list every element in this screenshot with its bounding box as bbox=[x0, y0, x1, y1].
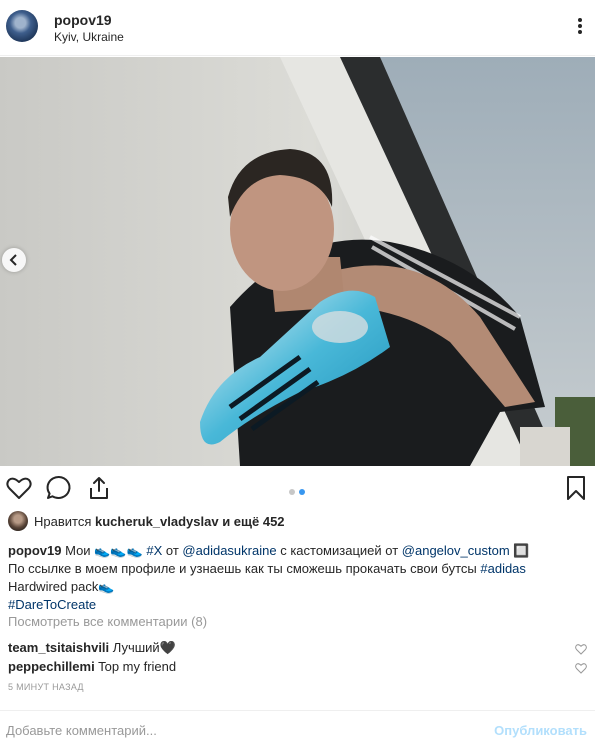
bookmark-icon[interactable] bbox=[563, 475, 589, 501]
comment-username[interactable]: peppechillemi bbox=[8, 659, 95, 674]
likes-row: Нравится kucheruk_vladyslav и ещё 452 bbox=[8, 511, 285, 531]
caption-emoji: 🔲 bbox=[513, 543, 530, 558]
more-options-icon[interactable] bbox=[577, 18, 583, 36]
caption-text: Мои 👟👟👟 bbox=[65, 543, 143, 558]
carousel-indicator bbox=[289, 483, 309, 498]
comment-item: peppechillemi Top my friend bbox=[8, 659, 176, 674]
comment-input[interactable] bbox=[6, 723, 446, 738]
liker-username[interactable]: kucheruk_vladyslav bbox=[95, 514, 219, 529]
carousel-dot bbox=[289, 489, 295, 495]
mention-link[interactable]: @angelov_custom bbox=[402, 543, 510, 558]
post-location[interactable]: Kyiv, Ukraine bbox=[54, 30, 124, 44]
hashtag-link[interactable]: #DareToCreate bbox=[8, 597, 96, 612]
action-bar bbox=[0, 466, 595, 510]
view-all-comments-link[interactable]: Посмотреть все комментарии (8) bbox=[8, 614, 207, 629]
carousel-dot-active bbox=[299, 489, 305, 495]
likes-count[interactable]: и ещё 452 bbox=[222, 514, 284, 529]
hashtag-link[interactable]: #X bbox=[146, 543, 162, 558]
caption-text: от bbox=[165, 543, 179, 558]
comment-like-icon[interactable] bbox=[575, 662, 587, 674]
post-header: popov19 Kyiv, Ukraine bbox=[0, 0, 595, 56]
publish-button[interactable]: Опубликовать bbox=[494, 723, 587, 738]
comment-username[interactable]: team_tsitaishvili bbox=[8, 640, 109, 655]
caption-text: Hardwired pack👟 bbox=[8, 579, 115, 594]
post-photo[interactable] bbox=[0, 57, 595, 466]
caption-text: с кастомизацией от bbox=[280, 543, 399, 558]
post-timestamp[interactable]: 5 МИНУТ НАЗАД bbox=[8, 682, 84, 692]
avatar[interactable] bbox=[6, 10, 38, 42]
likes-prefix: Нравится bbox=[34, 513, 92, 529]
caption-text: По ссылке в моем профиле и узнаешь как т… bbox=[8, 561, 477, 576]
comment-text: Top my friend bbox=[98, 659, 177, 674]
liker-avatar[interactable] bbox=[8, 511, 28, 531]
chevron-left-icon bbox=[9, 254, 17, 266]
post-username[interactable]: popov19 bbox=[54, 12, 112, 28]
caption-author[interactable]: popov19 bbox=[8, 543, 61, 558]
heart-outline-icon[interactable] bbox=[6, 475, 32, 501]
comment-bubble-icon[interactable] bbox=[46, 475, 72, 501]
likes-text: Нравится kucheruk_vladyslav и ещё 452 bbox=[34, 514, 285, 529]
mention-link[interactable]: @adidasukraine bbox=[182, 543, 276, 558]
hashtag-link[interactable]: #adidas bbox=[480, 561, 526, 576]
comment-text: Лучший🖤 bbox=[112, 640, 176, 655]
share-upload-icon[interactable] bbox=[86, 475, 112, 501]
add-comment-bar: Опубликовать bbox=[0, 710, 595, 750]
post-photo-image bbox=[0, 57, 595, 466]
post-caption: popov19 Мои 👟👟👟 #X от @adidasukraine с к… bbox=[8, 542, 588, 614]
carousel-prev-button[interactable] bbox=[2, 248, 26, 272]
comment-like-icon[interactable] bbox=[575, 643, 587, 655]
comment-item: team_tsitaishvili Лучший🖤 bbox=[8, 640, 176, 656]
